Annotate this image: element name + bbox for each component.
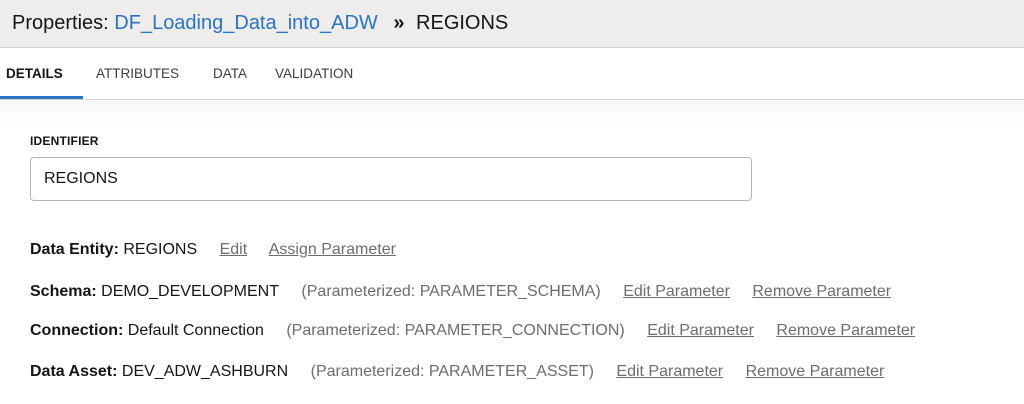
data-entity-row: Data Entity: REGIONS Edit Assign Paramet…	[30, 240, 414, 260]
connection-edit-parameter-link[interactable]: Edit Parameter	[647, 322, 754, 339]
tab-data[interactable]: DATA	[213, 66, 247, 82]
schema-remove-parameter-link[interactable]: Remove Parameter	[752, 283, 891, 300]
data-asset-key: Data Asset:	[30, 363, 118, 380]
properties-header: Properties: DF_Loading_Data_into_ADW » R…	[0, 0, 1024, 48]
identifier-input[interactable]	[30, 157, 752, 201]
breadcrumb-separator: »	[393, 12, 405, 34]
active-tab-indicator	[0, 96, 83, 99]
breadcrumb: Properties: DF_Loading_Data_into_ADW » R…	[12, 10, 508, 36]
data-entity-value: REGIONS	[123, 241, 198, 258]
schema-edit-parameter-link[interactable]: Edit Parameter	[623, 283, 730, 300]
properties-tabs: DETAILS ATTRIBUTES DATA VALIDATION	[0, 48, 1024, 100]
edit-data-entity-link[interactable]: Edit	[220, 241, 248, 258]
connection-parameter-note: (Parameterized: PARAMETER_CONNECTION)	[286, 322, 625, 339]
connection-key: Connection:	[30, 322, 124, 339]
assign-parameter-link[interactable]: Assign Parameter	[269, 241, 396, 258]
breadcrumb-current: REGIONS	[416, 12, 509, 34]
breadcrumb-dataflow-link[interactable]: DF_Loading_Data_into_ADW	[114, 12, 378, 34]
identifier-label: IDENTIFIER	[30, 134, 99, 148]
data-entity-key: Data Entity:	[30, 241, 119, 258]
data-asset-edit-parameter-link[interactable]: Edit Parameter	[616, 363, 723, 380]
connection-remove-parameter-link[interactable]: Remove Parameter	[776, 322, 915, 339]
schema-key: Schema:	[30, 283, 97, 300]
schema-row: Schema: DEMO_DEVELOPMENT (Parameterized:…	[30, 282, 909, 302]
tab-details[interactable]: DETAILS	[6, 66, 63, 82]
tab-validation[interactable]: VALIDATION	[275, 66, 353, 82]
tab-attributes[interactable]: ATTRIBUTES	[96, 66, 179, 82]
data-asset-remove-parameter-link[interactable]: Remove Parameter	[746, 363, 885, 380]
details-panel: IDENTIFIER Data Entity: REGIONS Edit Ass…	[0, 100, 1024, 404]
data-asset-parameter-note: (Parameterized: PARAMETER_ASSET)	[310, 363, 594, 380]
data-asset-row: Data Asset: DEV_ADW_ASHBURN (Parameteriz…	[30, 362, 902, 382]
data-asset-value: DEV_ADW_ASHBURN	[121, 363, 289, 380]
schema-value: DEMO_DEVELOPMENT	[101, 283, 279, 300]
schema-parameter-note: (Parameterized: PARAMETER_SCHEMA)	[301, 283, 601, 300]
breadcrumb-prefix: Properties:	[12, 12, 109, 34]
connection-value: Default Connection	[127, 322, 264, 339]
connection-row: Connection: Default Connection (Paramete…	[30, 321, 933, 341]
